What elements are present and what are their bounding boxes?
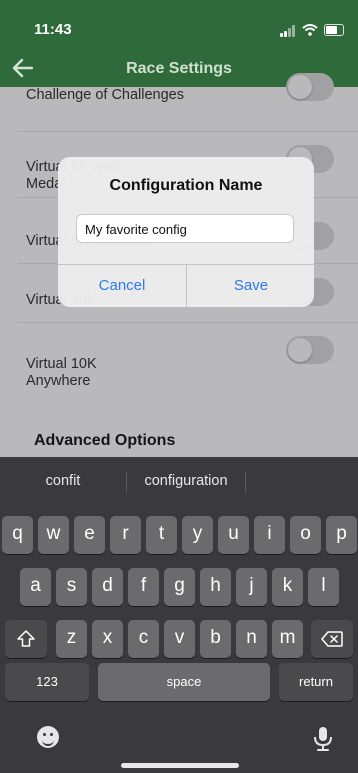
suggestion-empty[interactable] bbox=[246, 457, 358, 501]
delete-icon bbox=[321, 631, 343, 647]
key-n[interactable]: n bbox=[236, 620, 267, 658]
key-e[interactable]: e bbox=[74, 516, 105, 554]
key-j[interactable]: j bbox=[236, 568, 267, 606]
cancel-button[interactable]: Cancel bbox=[58, 264, 186, 307]
key-f[interactable]: f bbox=[128, 568, 159, 606]
key-k[interactable]: k bbox=[272, 568, 303, 606]
key-h[interactable]: h bbox=[200, 568, 231, 606]
key-r[interactable]: r bbox=[110, 516, 141, 554]
suggestion-configuration[interactable]: configuration bbox=[127, 457, 245, 501]
key-u[interactable]: u bbox=[218, 516, 249, 554]
key-q[interactable]: q bbox=[2, 516, 33, 554]
key-t[interactable]: t bbox=[146, 516, 177, 554]
delete-key[interactable] bbox=[311, 620, 353, 658]
list-item[interactable]: Challenge of Challenges bbox=[18, 73, 358, 132]
list-item-label: Challenge of Challenges bbox=[26, 87, 184, 103]
wifi-icon bbox=[302, 24, 318, 36]
key-c[interactable]: c bbox=[128, 620, 159, 658]
key-g[interactable]: g bbox=[164, 568, 195, 606]
space-key[interactable]: space bbox=[98, 663, 270, 701]
toggle-switch[interactable] bbox=[286, 73, 334, 101]
key-m[interactable]: m bbox=[272, 620, 303, 658]
microphone-icon[interactable] bbox=[311, 725, 335, 753]
return-key[interactable]: return bbox=[279, 663, 353, 701]
numbers-key[interactable]: 123 bbox=[5, 663, 89, 701]
key-s[interactable]: s bbox=[56, 568, 87, 606]
suggestion-confit[interactable]: confit bbox=[0, 457, 126, 501]
shift-key[interactable] bbox=[5, 620, 47, 658]
key-i[interactable]: i bbox=[254, 516, 285, 554]
key-x[interactable]: x bbox=[92, 620, 123, 658]
key-y[interactable]: y bbox=[182, 516, 213, 554]
status-icons bbox=[264, 22, 344, 38]
key-b[interactable]: b bbox=[200, 620, 231, 658]
configuration-name-input[interactable]: My favorite config bbox=[76, 214, 294, 243]
list-item[interactable]: Virtual 10K Anywhere bbox=[18, 323, 358, 403]
status-time: 11:43 bbox=[34, 21, 72, 38]
list-item-label: Virtual 10K Anywhere bbox=[26, 356, 97, 389]
screen: 11:43 Race Settings Challenge of Challen… bbox=[0, 0, 358, 773]
key-d[interactable]: d bbox=[92, 568, 123, 606]
key-z[interactable]: z bbox=[56, 620, 87, 658]
key-v[interactable]: v bbox=[164, 620, 195, 658]
key-l[interactable]: l bbox=[308, 568, 339, 606]
section-title: Advanced Options bbox=[34, 432, 176, 449]
key-p[interactable]: p bbox=[326, 516, 357, 554]
key-w[interactable]: w bbox=[38, 516, 69, 554]
save-button[interactable]: Save bbox=[187, 264, 315, 307]
cellular-signal-icon bbox=[280, 25, 296, 37]
battery-icon bbox=[324, 24, 344, 36]
home-indicator bbox=[121, 763, 239, 768]
key-a[interactable]: a bbox=[20, 568, 51, 606]
shift-icon bbox=[17, 630, 35, 647]
configuration-name-dialog: Configuration Name My favorite config Ca… bbox=[58, 157, 314, 307]
key-o[interactable]: o bbox=[290, 516, 321, 554]
toggle-switch[interactable] bbox=[286, 336, 334, 364]
dialog-title: Configuration Name bbox=[109, 177, 263, 194]
keyboard: confit configuration q w e r t y u i o p… bbox=[0, 457, 358, 773]
